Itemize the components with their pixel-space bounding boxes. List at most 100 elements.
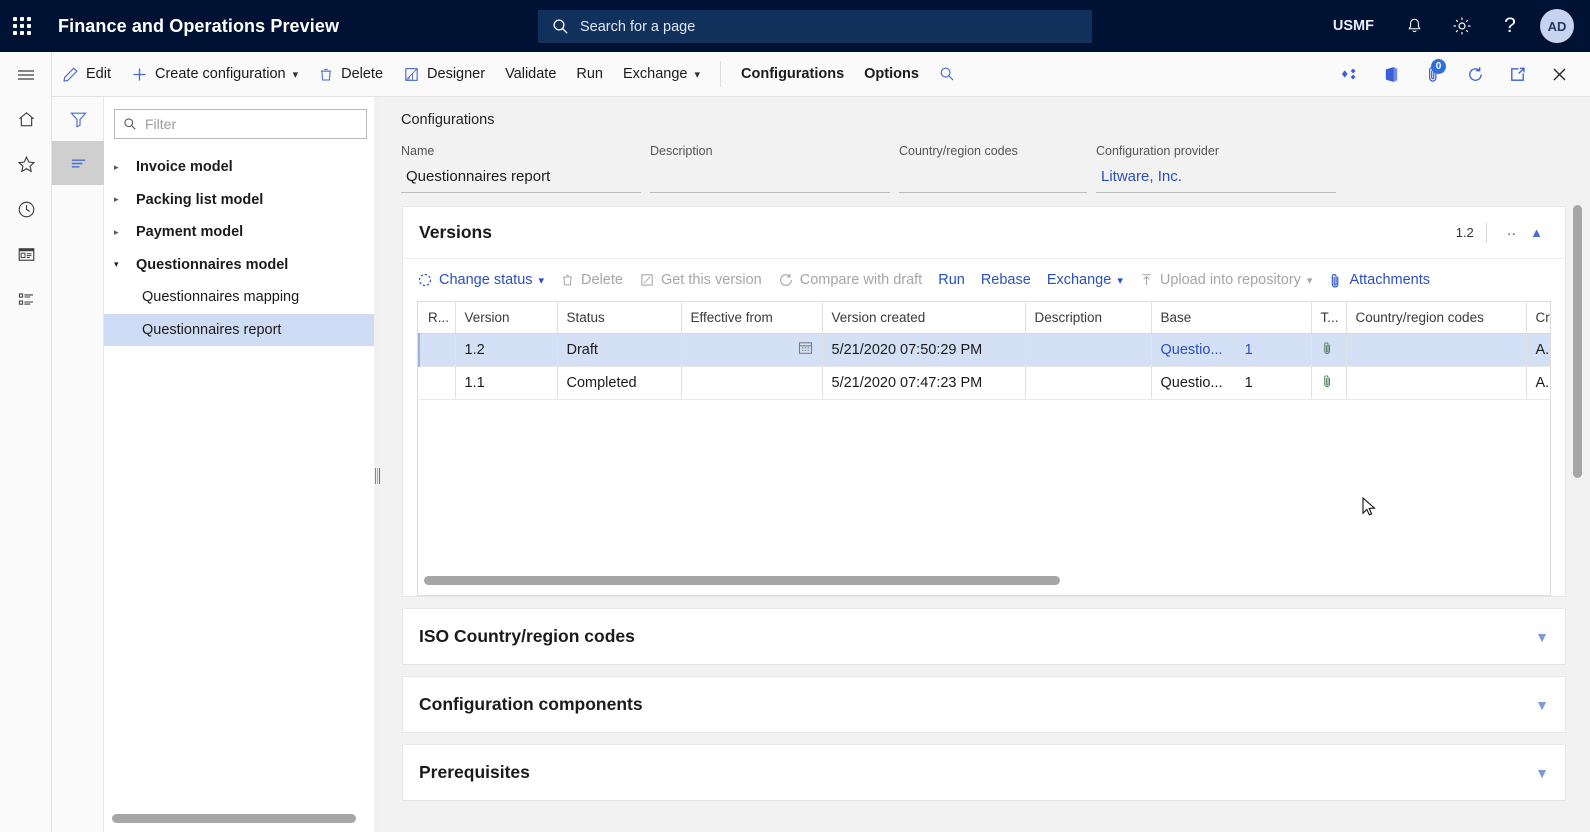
workspaces-icon[interactable] bbox=[0, 232, 52, 277]
cell-effective-from[interactable] bbox=[681, 333, 822, 366]
cell-version-created[interactable]: 5/21/2020 07:50:29 PM bbox=[822, 333, 1025, 366]
grid-horizontal-scrollbar[interactable] bbox=[424, 576, 1060, 585]
designer-button[interactable]: Designer bbox=[393, 52, 495, 96]
fasttab-iso-country-region-codes[interactable]: ISO Country/region codes ▼ bbox=[402, 608, 1566, 665]
content-vertical-scrollbar[interactable] bbox=[1573, 205, 1582, 478]
toolbar-search-button[interactable] bbox=[929, 52, 972, 96]
edit-button[interactable]: Edit bbox=[52, 52, 121, 96]
cell-effective-from[interactable] bbox=[681, 366, 822, 399]
chevron-down-icon[interactable]: ▾ bbox=[111, 259, 136, 270]
versions-delete-button[interactable]: Delete bbox=[552, 263, 631, 297]
bell-icon[interactable] bbox=[1390, 0, 1438, 52]
column-header-r[interactable]: R... bbox=[419, 302, 455, 333]
splitter-grip[interactable] bbox=[375, 468, 380, 484]
field-name-value[interactable]: Questionnaires report bbox=[401, 166, 641, 193]
field-country-region-codes-value[interactable] bbox=[899, 166, 1087, 193]
cell-version[interactable]: 1.1 bbox=[455, 366, 557, 399]
tree-node-payment-model[interactable]: ▸ Payment model bbox=[104, 216, 377, 249]
versions-exchange-button[interactable]: Exchange ▾ bbox=[1039, 263, 1131, 297]
versions-run-button[interactable]: Run bbox=[930, 263, 973, 297]
table-row[interactable]: 1.2 Draft bbox=[419, 333, 1551, 366]
column-header-base[interactable]: Base bbox=[1151, 302, 1311, 333]
gear-icon[interactable] bbox=[1438, 0, 1486, 52]
hamburger-menu-icon[interactable] bbox=[0, 52, 52, 97]
chevron-right-icon[interactable]: ▸ bbox=[111, 227, 136, 238]
cell-description[interactable] bbox=[1025, 333, 1151, 366]
cell-country-region-codes[interactable] bbox=[1346, 333, 1526, 366]
exchange-button[interactable]: Exchange ▾ bbox=[613, 52, 710, 96]
panel-splitter[interactable] bbox=[374, 97, 381, 832]
home-icon[interactable] bbox=[0, 97, 52, 142]
chevron-right-icon[interactable]: ▸ bbox=[111, 194, 136, 205]
column-header-t[interactable]: T... bbox=[1311, 302, 1346, 333]
office-icon[interactable] bbox=[1370, 52, 1412, 96]
upload-into-repository-button[interactable]: Upload into repository ▾ bbox=[1131, 263, 1321, 297]
cell-t[interactable] bbox=[1311, 366, 1346, 399]
question-mark-icon[interactable]: ? bbox=[1486, 0, 1534, 52]
validate-button[interactable]: Validate bbox=[495, 52, 566, 96]
run-button[interactable]: Run bbox=[566, 52, 613, 96]
cell-base[interactable]: Questio... 1 bbox=[1151, 333, 1311, 366]
rebase-button[interactable]: Rebase bbox=[973, 263, 1039, 297]
cell-t[interactable] bbox=[1311, 333, 1346, 366]
cell-cr[interactable]: A... bbox=[1526, 333, 1551, 366]
table-row[interactable]: 1.1 Completed 5/21/2020 07:47:23 PM Ques… bbox=[419, 366, 1551, 399]
tree-node-questionnaires-model[interactable]: ▾ Questionnaires model bbox=[104, 249, 377, 282]
open-in-new-window-icon[interactable] bbox=[1496, 52, 1538, 96]
column-header-version-created[interactable]: Version created bbox=[822, 302, 1025, 333]
avatar[interactable]: AD bbox=[1540, 9, 1574, 43]
column-header-version[interactable]: Version bbox=[455, 302, 557, 333]
versions-attachments-button[interactable]: Attachments bbox=[1320, 263, 1438, 297]
chevron-down-icon[interactable]: ▼ bbox=[1535, 629, 1549, 645]
tab-options[interactable]: Options bbox=[854, 52, 929, 96]
cell-country-region-codes[interactable] bbox=[1346, 366, 1526, 399]
versions-fasttab-header[interactable]: Versions 1.2 ·· ▲ bbox=[403, 207, 1565, 259]
column-header-cr[interactable]: Cr... bbox=[1526, 302, 1551, 333]
filter-icon[interactable] bbox=[52, 97, 104, 141]
star-icon[interactable] bbox=[0, 142, 52, 187]
related-information-icon[interactable] bbox=[1328, 52, 1370, 96]
chevron-down-icon[interactable]: ▼ bbox=[1535, 697, 1549, 713]
tree-node-questionnaires-report[interactable]: Questionnaires report bbox=[104, 314, 377, 347]
cell-r[interactable] bbox=[419, 333, 455, 366]
cell-cr[interactable]: A... bbox=[1526, 366, 1551, 399]
tree-horizontal-scrollbar[interactable] bbox=[112, 814, 356, 823]
cell-version-created[interactable]: 5/21/2020 07:47:23 PM bbox=[822, 366, 1025, 399]
calendar-icon[interactable] bbox=[798, 340, 813, 359]
app-launcher-icon[interactable] bbox=[0, 0, 44, 52]
cell-version[interactable]: 1.2 bbox=[455, 333, 557, 366]
chevron-up-icon[interactable]: ▲ bbox=[1524, 225, 1549, 240]
cell-base[interactable]: Questio... 1 bbox=[1151, 366, 1311, 399]
close-icon[interactable] bbox=[1538, 52, 1580, 96]
column-header-description[interactable]: Description bbox=[1025, 302, 1151, 333]
field-description-value[interactable] bbox=[650, 166, 890, 193]
attachments-icon[interactable]: 0 bbox=[1412, 52, 1454, 96]
ellipsis-icon[interactable]: ·· bbox=[1499, 225, 1524, 241]
company-selector[interactable]: USMF bbox=[1317, 18, 1390, 34]
column-header-effective-from[interactable]: Effective from bbox=[681, 302, 822, 333]
tree-node-packing-list-model[interactable]: ▸ Packing list model bbox=[104, 184, 377, 217]
column-header-status[interactable]: Status bbox=[557, 302, 681, 333]
clock-icon[interactable] bbox=[0, 187, 52, 232]
global-search-input[interactable]: Search for a page bbox=[538, 10, 1092, 43]
create-configuration-button[interactable]: Create configuration ▾ bbox=[121, 52, 308, 96]
modules-icon[interactable] bbox=[0, 277, 52, 322]
tab-configurations[interactable]: Configurations bbox=[731, 52, 854, 96]
fasttab-prerequisites[interactable]: Prerequisites ▼ bbox=[402, 744, 1566, 801]
delete-button[interactable]: Delete bbox=[308, 52, 393, 96]
column-header-country-region-codes[interactable]: Country/region codes bbox=[1346, 302, 1526, 333]
tree-node-questionnaires-mapping[interactable]: Questionnaires mapping bbox=[104, 281, 377, 314]
get-this-version-button[interactable]: Get this version bbox=[631, 263, 770, 297]
chevron-right-icon[interactable]: ▸ bbox=[111, 162, 136, 173]
refresh-icon[interactable] bbox=[1454, 52, 1496, 96]
cell-r[interactable] bbox=[419, 366, 455, 399]
fasttab-configuration-components[interactable]: Configuration components ▼ bbox=[402, 676, 1566, 733]
tree-node-invoice-model[interactable]: ▸ Invoice model bbox=[104, 151, 377, 184]
change-status-button[interactable]: Change status ▾ bbox=[409, 263, 552, 297]
cell-description[interactable] bbox=[1025, 366, 1151, 399]
chevron-down-icon[interactable]: ▼ bbox=[1535, 765, 1549, 781]
compare-with-draft-button[interactable]: Compare with draft bbox=[770, 263, 931, 297]
field-configuration-provider-value[interactable]: Litware, Inc. bbox=[1096, 166, 1336, 193]
cell-status[interactable]: Draft bbox=[557, 333, 681, 366]
filter-input[interactable]: Filter bbox=[114, 109, 367, 139]
